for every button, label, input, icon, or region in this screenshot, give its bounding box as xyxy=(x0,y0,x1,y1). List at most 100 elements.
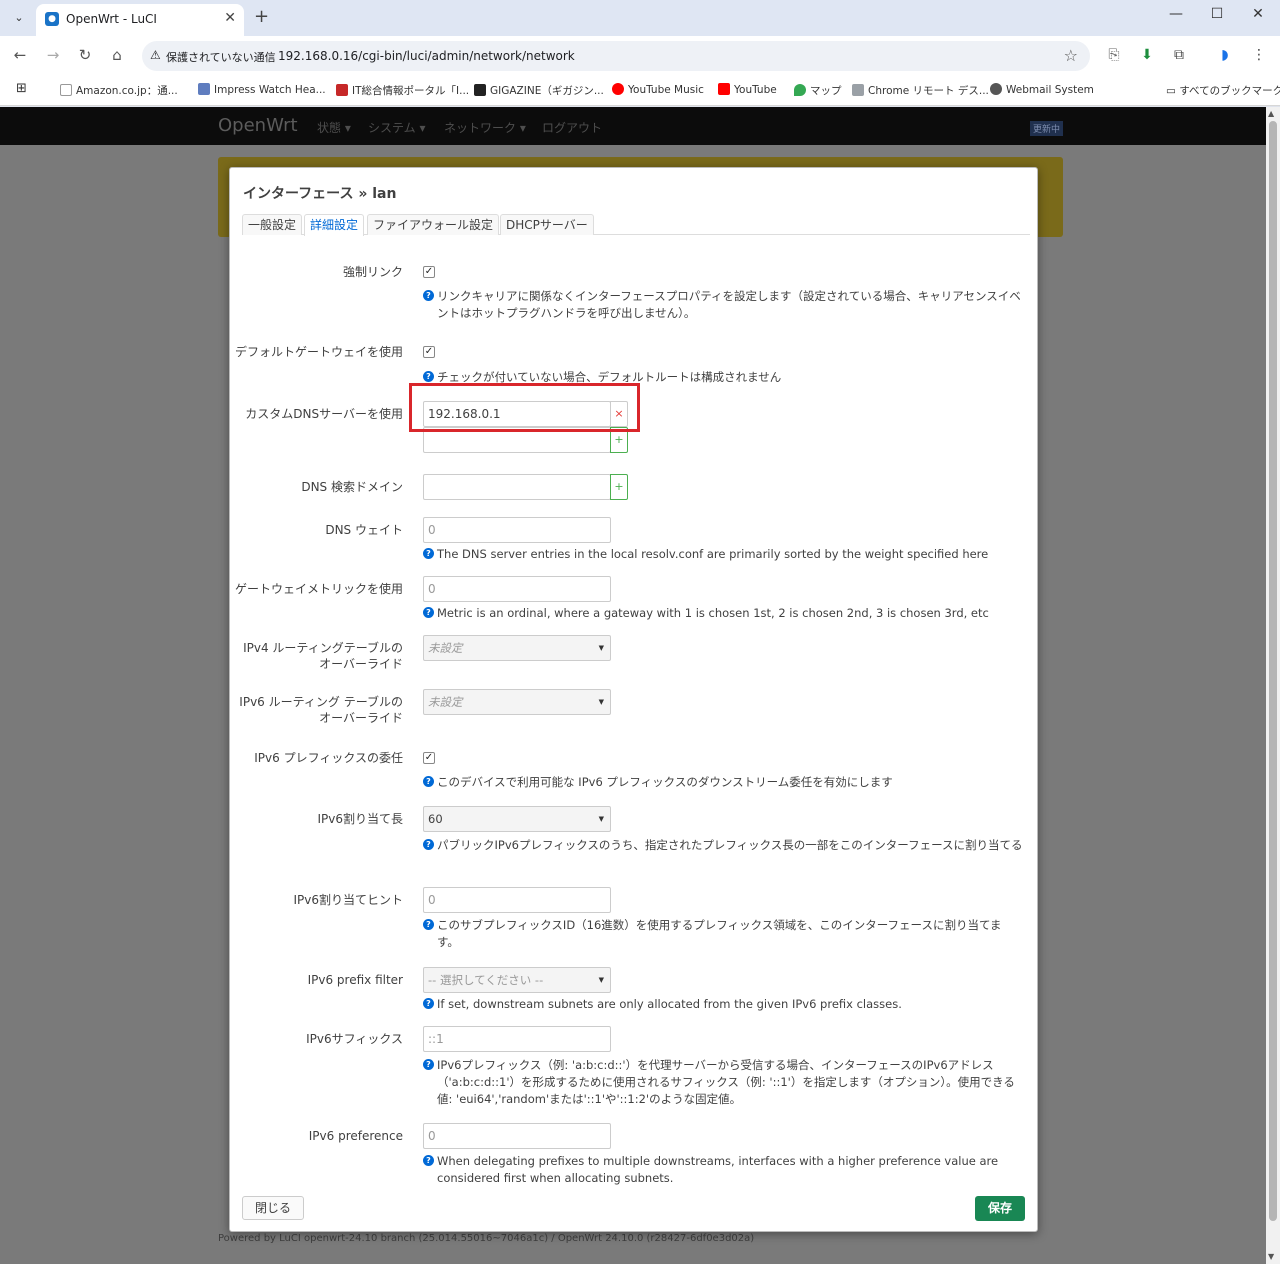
scroll-up-icon[interactable]: ▲ xyxy=(1268,109,1274,118)
help-icon: ? xyxy=(423,290,434,301)
it-portal-icon xyxy=(336,84,348,96)
dns-search-input[interactable] xyxy=(423,474,611,500)
bookmark-youtube-music[interactable]: YouTube Music xyxy=(612,83,704,96)
ip6-suffix-input[interactable]: ::1 xyxy=(423,1026,611,1052)
close-tab-icon[interactable]: ✕ xyxy=(224,10,236,26)
menu-status[interactable]: 状態 ▾ xyxy=(317,119,351,136)
ipv4-table-select[interactable]: 未設定 ▼ xyxy=(423,635,611,661)
minimize-icon[interactable]: — xyxy=(1166,6,1186,22)
dns-weight-desc: ? The DNS server entries in the local res… xyxy=(423,546,1023,563)
gigazine-icon xyxy=(474,84,486,96)
modal-footer: 閉じる 保存 xyxy=(230,1186,1037,1231)
folder-icon: ▭ xyxy=(1166,85,1180,97)
globe-icon xyxy=(990,83,1002,95)
apps-grid-icon[interactable]: ⊞ xyxy=(16,81,27,96)
ip6-suffix-label: IPv6サフィックス xyxy=(306,1032,403,1046)
bookmark-it-portal[interactable]: IT総合情報ポータル「I... xyxy=(336,83,469,98)
page-scrollbar[interactable]: ▲ ▼ xyxy=(1266,107,1280,1264)
dropdown-arrow-icon: ▼ xyxy=(598,644,604,652)
modal-tabs: 一般設定 詳細設定 ファイアウォール設定 DHCPサーバー xyxy=(242,214,1030,236)
close-window-icon[interactable]: ✕ xyxy=(1248,6,1268,22)
browser-tab[interactable]: ● OpenWrt - LuCI ✕ xyxy=(36,4,244,36)
openwrt-favicon-icon: ● xyxy=(45,12,59,26)
new-tab-icon[interactable]: + xyxy=(254,6,269,27)
help-icon: ? xyxy=(423,1059,434,1070)
ip6-assign-select[interactable]: 60 ▼ xyxy=(423,806,611,832)
maximize-icon[interactable]: ☐ xyxy=(1207,6,1227,22)
force-link-checkbox[interactable]: ✓ xyxy=(423,266,435,278)
ip6-assign-desc: ? パブリックIPv6プレフィックスのうち、指定されたプレフィックス長の一部をこの… xyxy=(423,837,1023,854)
maps-pin-icon xyxy=(794,84,806,96)
impress-icon xyxy=(198,83,210,95)
ipv6-delegate-label: IPv6 プレフィックスの委任 xyxy=(254,751,403,765)
update-badge: 更新中 xyxy=(1030,121,1064,136)
bookmarks-bar: ⊞ Amazon.co.jp：通... Impress Watch Hea...… xyxy=(0,76,1280,106)
scroll-down-icon[interactable]: ▼ xyxy=(1268,1252,1274,1261)
dropdown-arrow-icon: ▼ xyxy=(598,698,604,706)
tab-search-icon[interactable]: ⌄ xyxy=(8,7,30,29)
menu-kebab-icon[interactable]: ⋮ xyxy=(1250,47,1268,63)
settings-form[interactable]: 強制リンク ✓ ? リンクキャリアに関係なくインターフェースプロパティを設定します… xyxy=(230,236,1037,1186)
tab-general[interactable]: 一般設定 xyxy=(242,214,303,235)
bookmark-youtube[interactable]: YouTube xyxy=(718,83,777,96)
home-icon[interactable]: ⌂ xyxy=(107,46,127,64)
ip6-class-desc: ? If set, downstream subnets are only all… xyxy=(423,996,1023,1013)
default-gateway-checkbox[interactable]: ✓ xyxy=(423,346,435,358)
bookmark-chrome-remote[interactable]: Chrome リモート デス... xyxy=(852,83,989,98)
translate-icon[interactable]: ⎘ xyxy=(1105,47,1123,63)
ipv6-delegate-checkbox[interactable]: ✓ xyxy=(423,752,435,764)
ip6-preference-label: IPv6 preference xyxy=(308,1129,403,1143)
menu-logout[interactable]: ログアウト xyxy=(542,119,602,136)
tab-strip: ⌄ ● OpenWrt - LuCI ✕ + — ☐ ✕ xyxy=(0,0,1280,36)
youtube-icon xyxy=(718,83,730,95)
gateway-metric-desc: ? Metric is an ordinal, where a gateway w… xyxy=(423,605,1023,622)
reload-icon[interactable]: ↻ xyxy=(75,46,95,64)
security-label[interactable]: 保護されていない通信 xyxy=(166,49,276,65)
tab-firewall[interactable]: ファイアウォール設定 xyxy=(367,214,500,235)
dns-search-label: DNS 検索ドメイン xyxy=(301,480,403,494)
scrollbar-thumb[interactable] xyxy=(1269,121,1277,1221)
help-icon: ? xyxy=(423,839,434,850)
forward-icon[interactable]: → xyxy=(43,46,63,64)
luci-header: OpenWrt 状態 ▾ システム ▾ ネットワーク ▾ ログアウト 更新中 xyxy=(0,107,1266,145)
gateway-metric-label: ゲートウェイメトリックを使用 xyxy=(234,582,403,596)
address-bar[interactable]: ⚠ 保護されていない通信 192.168.0.16/cgi-bin/luci/a… xyxy=(142,41,1090,71)
dns-weight-label: DNS ウェイト xyxy=(325,523,403,537)
force-link-desc: ? リンクキャリアに関係なくインターフェースプロパティを設定します（設定されている… xyxy=(423,288,1023,322)
default-gateway-label: デフォルトゲートウェイを使用 xyxy=(234,345,403,359)
browser-toolbar: ← → ↻ ⌂ ⚠ 保護されていない通信 192.168.0.16/cgi-bi… xyxy=(0,36,1280,76)
warning-icon[interactable]: ⚠ xyxy=(150,48,161,62)
interface-modal: インターフェース » lan 一般設定 詳細設定 ファイアウォール設定 DHCP… xyxy=(229,167,1038,1232)
save-button[interactable]: 保存 xyxy=(975,1196,1025,1221)
tab-dhcp[interactable]: DHCPサーバー xyxy=(500,214,594,235)
highlight-box xyxy=(409,383,640,432)
bookmark-star-icon[interactable]: ☆ xyxy=(1064,46,1078,65)
bookmark-maps[interactable]: マップ xyxy=(794,83,842,98)
bookmark-impress[interactable]: Impress Watch Hea... xyxy=(198,83,326,96)
all-bookmarks[interactable]: ▭ すべてのブックマーク xyxy=(1166,83,1280,98)
menu-network[interactable]: ネットワーク ▾ xyxy=(444,119,526,136)
download-icon[interactable]: ⬇ xyxy=(1138,47,1156,63)
bookmark-webmail[interactable]: Webmail System xyxy=(990,83,1094,96)
menu-system[interactable]: システム ▾ xyxy=(368,119,425,136)
bookmark-gigazine[interactable]: GIGAZINE（ギガジン... xyxy=(474,83,604,98)
ip6-preference-input[interactable]: 0 xyxy=(423,1123,611,1149)
ipv6-table-select[interactable]: 未設定 ▼ xyxy=(423,689,611,715)
gateway-metric-input[interactable]: 0 xyxy=(423,576,611,602)
close-button[interactable]: 閉じる xyxy=(242,1196,304,1220)
ip6-class-label: IPv6 prefix filter xyxy=(307,973,403,987)
url-text[interactable]: 192.168.0.16/cgi-bin/luci/admin/network/… xyxy=(278,49,575,63)
dns-weight-input[interactable]: 0 xyxy=(423,517,611,543)
add-search-domain-button[interactable]: + xyxy=(610,474,628,500)
tab-advanced[interactable]: 詳細設定 xyxy=(304,214,365,236)
ip6-suffix-desc: ? IPv6プレフィックス（例: 'a:b:c:d::'）を代理サーバーから受信す… xyxy=(423,1057,1023,1108)
ip6-assign-label: IPv6割り当て長 xyxy=(317,812,403,826)
ip6-class-select[interactable]: -- 選択してください -- ▼ xyxy=(423,967,611,993)
extensions-icon[interactable]: ⧉ xyxy=(1170,47,1188,63)
brand-logo[interactable]: OpenWrt xyxy=(218,115,298,136)
back-icon[interactable]: ← xyxy=(10,46,30,64)
ip6-hint-input[interactable]: 0 xyxy=(423,887,611,913)
profile-icon[interactable]: ◗ xyxy=(1216,47,1234,63)
help-icon: ? xyxy=(423,776,434,787)
bookmark-amazon[interactable]: Amazon.co.jp：通... xyxy=(60,83,178,98)
